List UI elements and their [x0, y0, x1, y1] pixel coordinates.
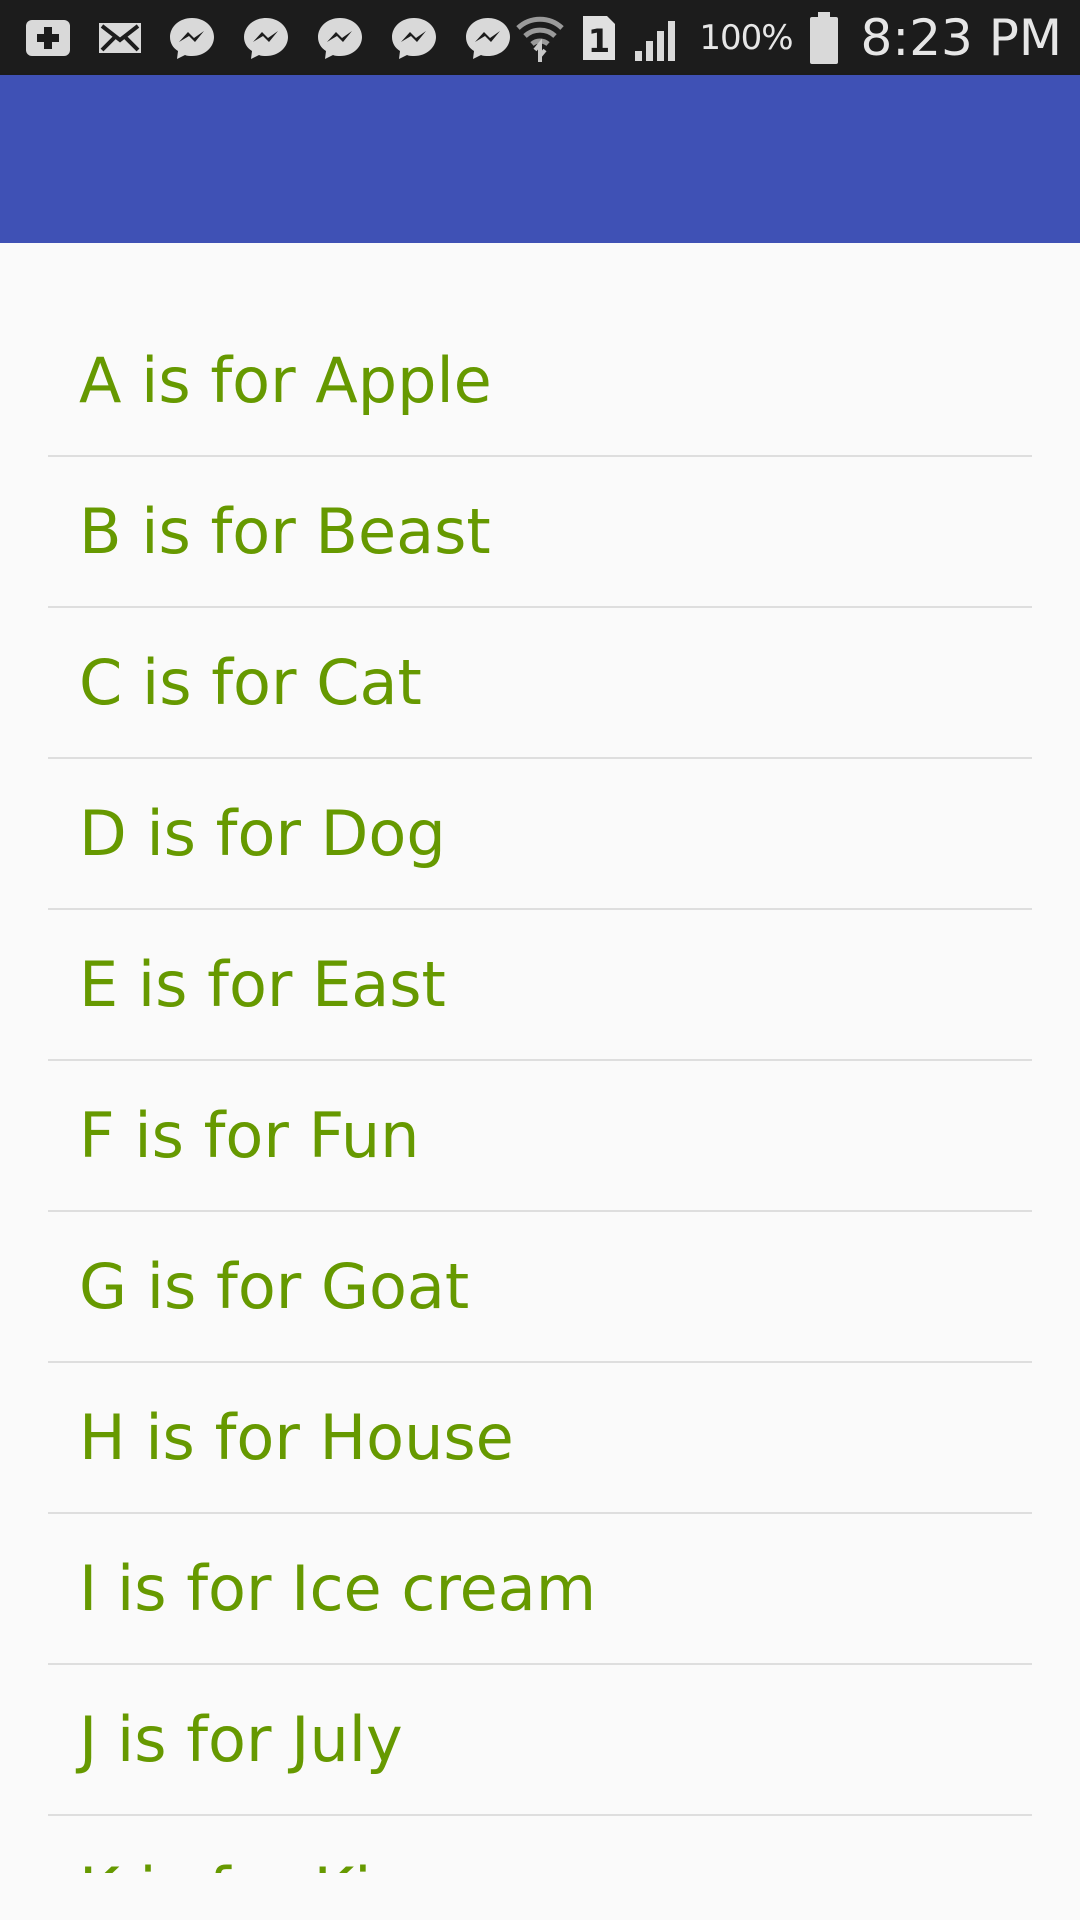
list-item[interactable]: E is for East: [48, 910, 1032, 1061]
list-item-label: C is for Cat: [79, 646, 422, 719]
alphabet-list-view[interactable]: A is for Apple B is for Beast C is for C…: [0, 243, 1080, 1873]
list-item[interactable]: I is for Ice cream: [48, 1514, 1032, 1665]
list-item[interactable]: F is for Fun: [48, 1061, 1032, 1212]
list-item-label: D is for Dog: [79, 797, 446, 870]
add-icon: [22, 16, 74, 60]
list-item-label: A is for Apple: [79, 344, 492, 417]
list-item[interactable]: H is for House: [48, 1363, 1032, 1514]
list-item[interactable]: C is for Cat: [48, 608, 1032, 759]
battery-icon: [807, 10, 841, 66]
wifi-icon: [515, 10, 565, 66]
clock: 8:23 PM: [860, 8, 1062, 67]
messenger-icon: [388, 14, 440, 62]
list-item[interactable]: B is for Beast: [48, 457, 1032, 608]
list-item-label: I is for Ice cream: [79, 1552, 597, 1625]
sim-1-icon: 1: [579, 12, 619, 64]
list-item-label: F is for Fun: [79, 1099, 420, 1172]
list-item[interactable]: J is for July: [48, 1665, 1032, 1816]
messenger-icon: [314, 14, 366, 62]
list-item-label: K is for King: [79, 1854, 450, 1873]
app-toolbar: [0, 75, 1080, 243]
system-status-icons: 1 100% 8:23 PM: [515, 9, 1062, 67]
list-item-label: H is for House: [79, 1401, 514, 1474]
list-item[interactable]: G is for Goat: [48, 1212, 1032, 1363]
list-item[interactable]: D is for Dog: [48, 759, 1032, 910]
list-item[interactable]: A is for Apple: [48, 306, 1032, 457]
list-item[interactable]: K is for King: [48, 1816, 1032, 1873]
messenger-icon: [462, 14, 514, 62]
list-item-label: B is for Beast: [79, 495, 491, 568]
list-item-label: G is for Goat: [79, 1250, 470, 1323]
messenger-icon: [240, 14, 292, 62]
battery-percent: 100%: [699, 17, 793, 58]
messenger-icon: [166, 14, 218, 62]
signal-icon: [633, 13, 685, 63]
status-bar: 1 100% 8:23 PM: [0, 0, 1080, 75]
list-item-label: E is for East: [79, 948, 446, 1021]
list-item-label: J is for July: [79, 1703, 403, 1776]
alphabet-list: A is for Apple B is for Beast C is for C…: [48, 306, 1032, 1873]
mail-icon: [96, 18, 144, 58]
notification-icons: [22, 14, 514, 62]
sim-label: 1: [588, 22, 610, 60]
